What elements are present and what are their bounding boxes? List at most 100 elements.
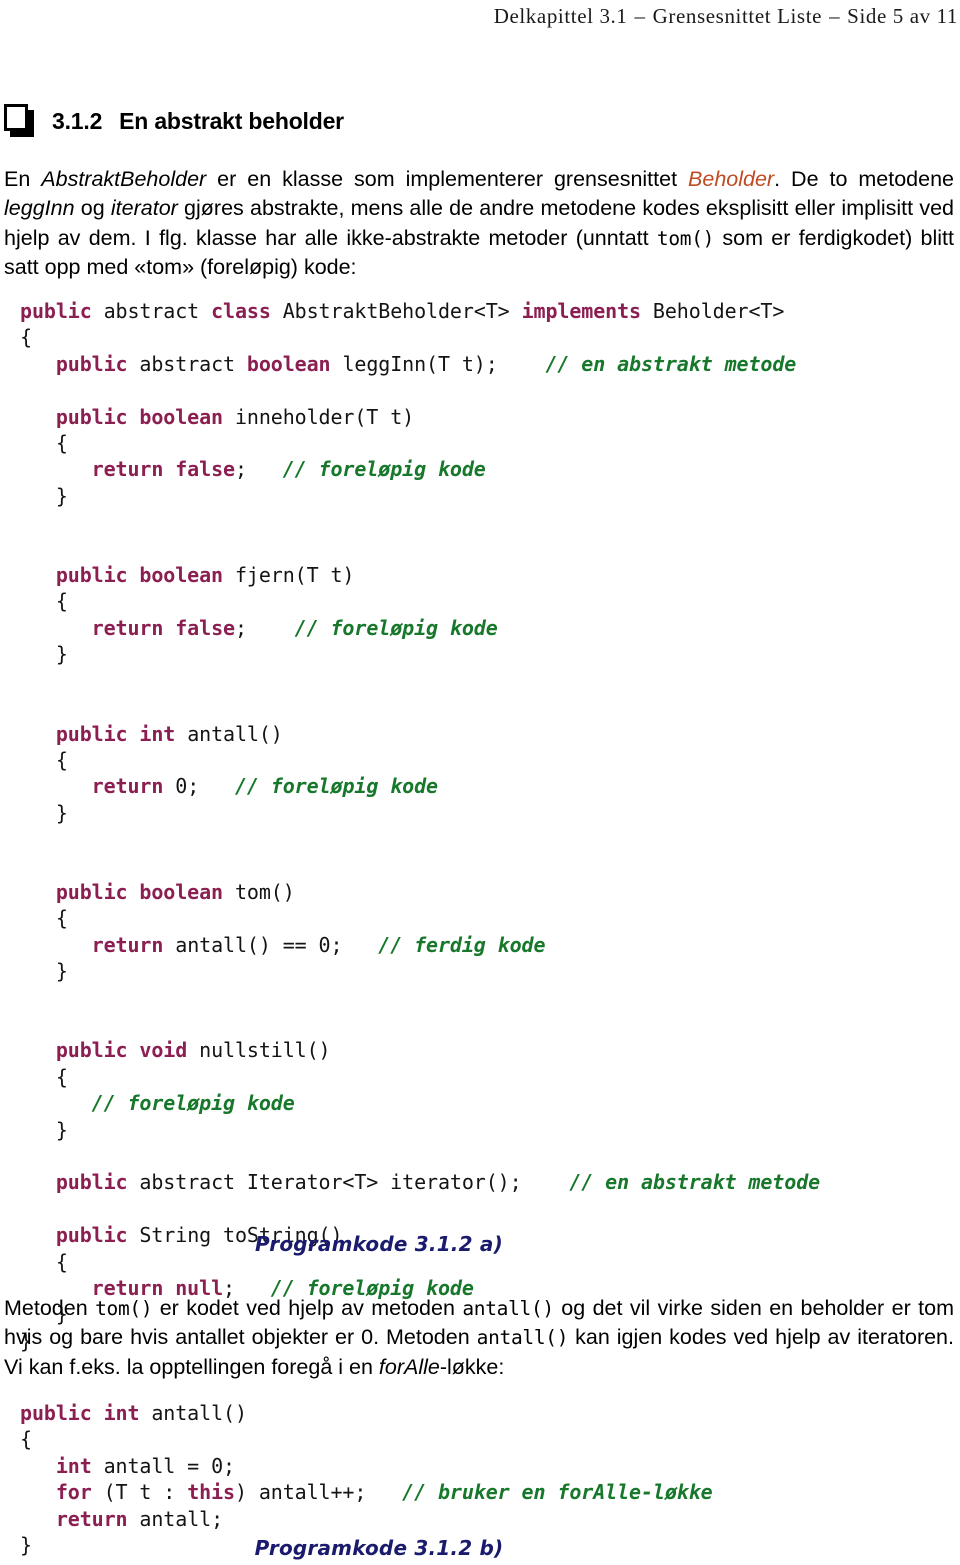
code-line: {: [20, 431, 68, 455]
code-token: antall(): [139, 1401, 247, 1425]
code-line: return 0; // foreløpig kode: [20, 774, 438, 798]
code-line: // foreløpig kode: [20, 1091, 295, 1115]
code-line: public abstract boolean leggInn(T t); //…: [20, 352, 796, 376]
code-line: for (T t : this) antall++; // bruker en …: [20, 1480, 713, 1504]
code-line: return antall;: [20, 1507, 223, 1531]
code-line: {: [20, 906, 68, 930]
code-token: ;: [234, 457, 283, 482]
code-line: }: [20, 1118, 68, 1142]
code-line: {: [20, 589, 68, 613]
code-token: {: [20, 1427, 32, 1452]
code-token: return: [91, 774, 164, 799]
code-token: this: [187, 1480, 235, 1505]
code-line: }: [20, 801, 68, 825]
code-token: public: [20, 299, 92, 323]
code-token: }: [20, 800, 68, 825]
intro-paragraph: En AbstraktBeholder er en klasse som imp…: [4, 165, 954, 283]
code-token: ) antall++;: [234, 1480, 403, 1505]
code-token: return false: [91, 457, 235, 482]
code-caption-b: Programkode 3.1.2 b): [254, 1536, 504, 1560]
code-token: {: [20, 589, 68, 614]
code-line: public void nullstill(): [20, 1038, 331, 1063]
code-token: 0;: [163, 774, 235, 799]
section-number: 3.1.2: [52, 107, 103, 134]
running-head-separator-1: –: [634, 4, 646, 28]
running-head: Delkapittel 3.1– Grensesnittet Liste – Side…: [0, 4, 960, 29]
code-line: int antall = 0;: [20, 1454, 235, 1478]
code-line: public boolean inneholder(T t): [20, 405, 414, 429]
code-token: public: [55, 351, 128, 376]
mid-seg-2: er kodet ved hjelp av metoden: [152, 1295, 463, 1320]
code-line: {: [20, 325, 32, 349]
code-token: AbstraktBeholder<T>: [270, 299, 522, 323]
code-line: }: [20, 642, 68, 666]
code-line: public abstract class AbstraktBeholder<T…: [20, 299, 784, 323]
code-token: }: [20, 959, 68, 984]
code-line: public int antall(): [20, 1401, 247, 1425]
section-heading: 3.1.2 En abstrakt beholder: [4, 104, 956, 138]
running-head-page: Side 5 av 11: [847, 4, 958, 28]
mid-seg-5: -løkke:: [439, 1354, 505, 1379]
code-line: }: [20, 484, 68, 508]
code-token: public void: [55, 1038, 188, 1063]
code-token: return false: [91, 615, 235, 640]
mid-italic-foralle: forAlle: [378, 1354, 440, 1379]
code-token: }: [20, 1117, 68, 1142]
code-token: abstract Iterator<T> iterator();: [127, 1170, 570, 1195]
code-token: abstract: [91, 299, 212, 323]
code-token: implements: [521, 299, 642, 323]
intro-italic-legginn: leggInn: [4, 196, 75, 220]
code-token: {: [20, 906, 68, 931]
intro-italic-iterator: iterator: [110, 196, 178, 220]
intro-italic-abstraktbeholder: AbstraktBeholder: [41, 166, 207, 191]
code-token: tom(): [223, 879, 295, 904]
code-token: inneholder(T t): [223, 404, 415, 429]
code-line: public abstract Iterator<T> iterator(); …: [20, 1170, 820, 1194]
code-token: (T t :: [91, 1480, 188, 1505]
code-caption-a: Programkode 3.1.2 a): [255, 1232, 503, 1256]
code-token: public boolean: [55, 404, 224, 429]
code-token: }: [20, 642, 68, 667]
code-token: int: [55, 1453, 92, 1478]
running-head-topic: Grensesnittet Liste: [652, 4, 823, 28]
code-token: antall() == 0;: [163, 932, 379, 957]
code-token: public boolean: [55, 563, 224, 588]
code-token: nullstill(): [187, 1038, 331, 1063]
code-line: return antall() == 0; // ferdig kode: [20, 932, 546, 957]
code-line: return false; // foreløpig kode: [20, 457, 486, 481]
mid-code-antall-1: antall(): [462, 1296, 554, 1320]
code-token: antall = 0;: [91, 1453, 235, 1478]
code-line: {: [20, 1427, 32, 1451]
book-page-icon: [4, 104, 34, 138]
intro-link-beholder[interactable]: Beholder: [688, 167, 774, 191]
code-token: leggInn(T t);: [330, 351, 546, 376]
code-line: public int antall(): [20, 722, 283, 746]
code-token: public: [55, 1170, 128, 1195]
intro-seg-4: og: [74, 196, 111, 220]
code-token: ;: [234, 615, 295, 640]
code-token: return: [55, 1506, 128, 1531]
mid-code-tom: tom(): [95, 1296, 153, 1320]
code-token: // foreløpig kode: [91, 1091, 295, 1116]
code-line: }: [20, 959, 68, 983]
code-token: public int: [55, 721, 176, 746]
running-head-separator-2: –: [829, 4, 841, 28]
code-token: class: [211, 299, 271, 323]
code-line: return false; // foreløpig kode: [20, 616, 498, 640]
code-line: public boolean tom(): [20, 880, 295, 904]
intro-code-tom: tom(): [656, 226, 715, 250]
code-token: {: [20, 747, 68, 772]
intro-seg-3: . De to metodene: [774, 166, 955, 191]
code-token: fjern(T t): [223, 563, 355, 588]
